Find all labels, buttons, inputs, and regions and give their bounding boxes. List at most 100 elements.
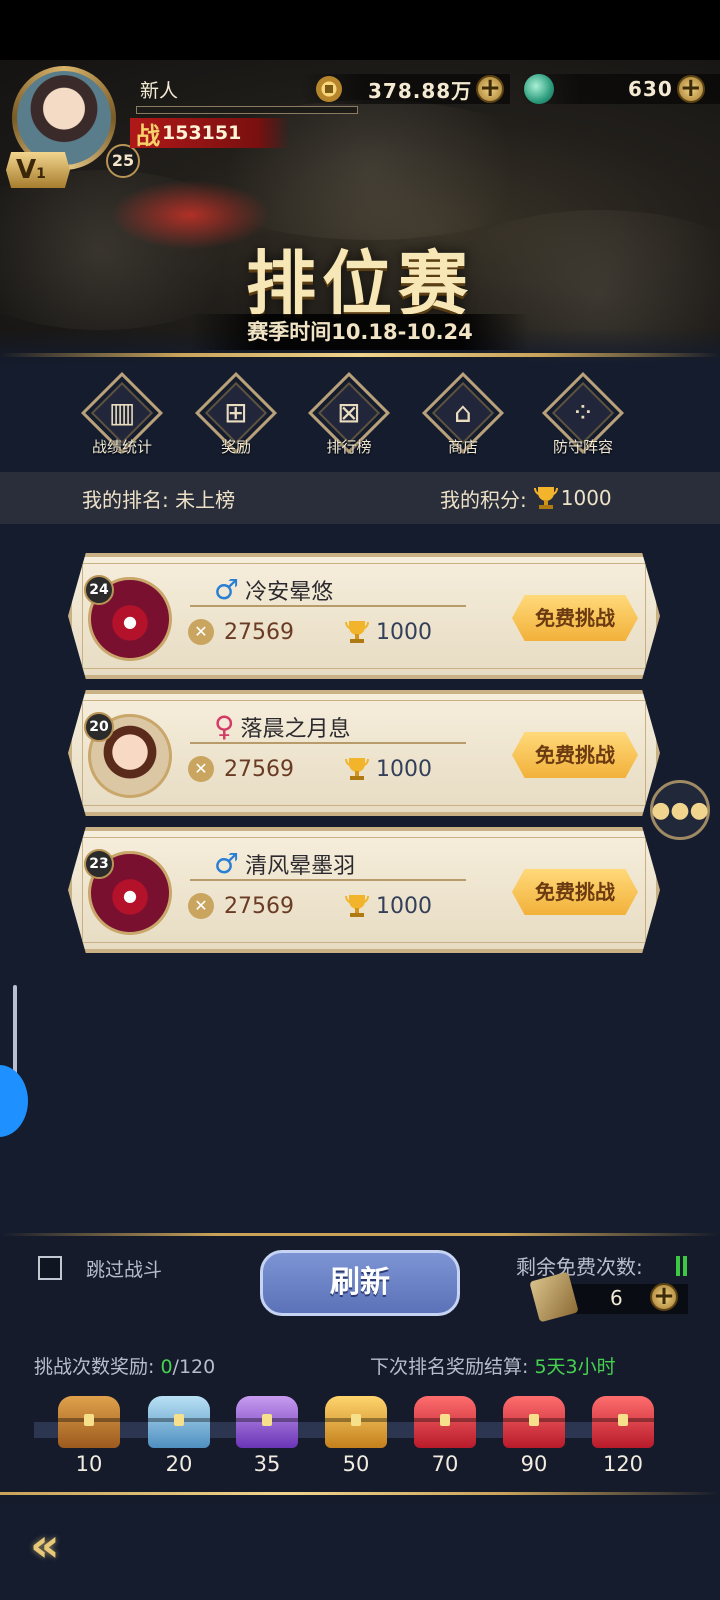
chat-button[interactable]: ●●● — [650, 780, 710, 840]
menu-defense-label: 防守阵容 — [552, 438, 613, 456]
refresh-button[interactable]: 刷新 — [260, 1250, 460, 1316]
opponent-trophies-value: 1000 — [376, 756, 432, 782]
menu-shop-label: 商店 — [447, 438, 478, 456]
free-remaining-label: 剩余免费次数: — [516, 1255, 643, 1279]
avatar-portrait — [17, 71, 111, 165]
trophy-icon — [344, 893, 370, 919]
opponent-card: 20 ♀ 落晨之月息 ✕ 27569 1000 免费挑战 — [68, 690, 660, 816]
trophy-icon — [344, 619, 370, 645]
reward-chest-90[interactable] — [503, 1396, 565, 1448]
back-button[interactable]: « — [30, 1520, 92, 1570]
my-rank-bar: 我的排名: 未上榜 我的积分: 1000 — [0, 472, 720, 524]
coin-currency: 378.88万 + — [316, 72, 505, 106]
player-level-badge: 25 — [106, 144, 140, 178]
menu-rewards-label: 奖励 — [220, 438, 251, 456]
menu-leaderboard[interactable]: ⊠ 排行榜 — [304, 371, 394, 457]
menu-shop[interactable]: ⌂ 商店 — [418, 371, 508, 457]
vip-badge[interactable]: V1 — [6, 152, 70, 188]
chest-threshold: 50 — [342, 1452, 370, 1476]
divider — [0, 1492, 720, 1495]
reward-chest-20[interactable] — [148, 1396, 210, 1448]
ticket-count: 6 — [610, 1286, 623, 1310]
free-remaining-indicator — [676, 1256, 690, 1276]
opponent-trophies-value: 1000 — [376, 893, 432, 919]
chest-threshold: 120 — [602, 1452, 644, 1476]
opponent-name-text: 清风晕墨羽 — [245, 853, 356, 879]
opponent-power-value: 27569 — [224, 756, 294, 782]
male-icon: ♂ — [214, 847, 240, 880]
coin-value: 378.88万 — [368, 78, 473, 103]
challenge-current: 0 — [160, 1356, 173, 1378]
opponent-trophies: 1000 — [344, 619, 432, 645]
opponent-level: 20 — [84, 712, 114, 742]
my-score-value: 1000 — [560, 486, 612, 510]
formation-icon: ⁘ — [571, 396, 595, 429]
floating-assist-ball[interactable] — [0, 1065, 28, 1137]
challenge-reward-label: 挑战次数奖励: — [34, 1356, 155, 1378]
chest-threshold: 10 — [75, 1452, 103, 1476]
opponent-trophies: 1000 — [344, 756, 432, 782]
player-name: 新人 — [140, 80, 179, 102]
opponent-level: 24 — [84, 575, 114, 605]
opponent-power: ✕ 27569 — [188, 756, 294, 782]
free-challenge-button[interactable]: 免费挑战 — [512, 869, 638, 915]
leaderboard-icon: ⊠ — [337, 396, 361, 429]
opponent-power-value: 27569 — [224, 893, 294, 919]
challenge-total: /120 — [172, 1356, 216, 1378]
next-settle-label: 下次排名奖励结算: — [370, 1356, 529, 1378]
power-label: 战 — [136, 120, 160, 150]
reward-chest-120[interactable] — [592, 1396, 654, 1448]
male-icon: ♂ — [214, 573, 240, 606]
opponent-name: ♂ 冷安晕悠 — [214, 573, 333, 606]
vip-level: 1 — [36, 166, 46, 182]
skip-battle-checkbox[interactable] — [38, 1256, 62, 1280]
next-settle-countdown: 5天3小时 — [534, 1356, 616, 1378]
swords-icon: ✕ — [188, 756, 214, 782]
stats-icon: ▥ — [108, 396, 136, 429]
add-jade-button[interactable]: + — [676, 75, 705, 103]
my-score: 我的积分: 1000 — [440, 484, 612, 513]
female-icon: ♀ — [214, 710, 235, 743]
opponent-card: 23 ♂ 清风晕墨羽 ✕ 27569 1000 免费挑战 — [68, 827, 660, 953]
trophy-icon — [344, 756, 370, 782]
season-time: 赛季时间10.18-10.24 — [190, 314, 530, 350]
reward-chest-50[interactable] — [325, 1396, 387, 1448]
exp-bar — [136, 106, 358, 114]
back-arrow-icon: « — [30, 1518, 60, 1572]
menu-stats-label: 战绩统计 — [91, 438, 152, 456]
power-value: 153151 — [162, 122, 242, 144]
chat-bubble-icon: ●●● — [651, 797, 709, 823]
chest-threshold: 20 — [165, 1452, 193, 1476]
free-challenge-button[interactable]: 免费挑战 — [512, 595, 638, 641]
jade-value: 630 — [628, 77, 673, 101]
combat-power: 战 153151 — [130, 118, 290, 150]
opponent-level: 23 — [84, 849, 114, 879]
scroll-indicator — [13, 985, 17, 1080]
opponent-power: ✕ 27569 — [188, 893, 294, 919]
chest-threshold: 70 — [431, 1452, 459, 1476]
opponent-name-text: 冷安晕悠 — [245, 579, 334, 605]
opponent-card: 24 ♂ 冷安晕悠 ✕ 27569 1000 免费挑战 — [68, 553, 660, 679]
add-coins-button[interactable]: + — [476, 75, 505, 103]
free-challenge-button[interactable]: 免费挑战 — [512, 732, 638, 778]
jade-icon — [524, 74, 554, 104]
chest-threshold: 90 — [520, 1452, 548, 1476]
reward-chest-35[interactable] — [236, 1396, 298, 1448]
jade-currency: 630 + — [524, 72, 705, 106]
challenge-reward-progress: 挑战次数奖励: 0/120 — [34, 1352, 215, 1379]
trophy-icon — [533, 485, 559, 511]
reward-chest-70[interactable] — [414, 1396, 476, 1448]
coin-icon — [316, 76, 342, 102]
reward-chest-10[interactable] — [58, 1396, 120, 1448]
menu-stats[interactable]: ▥ 战绩统计 — [77, 371, 167, 457]
opponent-name: ♀ 落晨之月息 — [214, 710, 351, 743]
gift-icon: ⊞ — [224, 396, 248, 429]
swords-icon: ✕ — [188, 893, 214, 919]
divider — [0, 353, 720, 357]
opponent-name-text: 落晨之月息 — [240, 716, 351, 742]
chest-threshold: 35 — [253, 1452, 281, 1476]
skip-battle-label: 跳过战斗 — [86, 1259, 163, 1281]
menu-rewards[interactable]: ⊞ 奖励 — [191, 371, 281, 457]
add-ticket-button[interactable]: + — [650, 1283, 678, 1311]
menu-defense[interactable]: ⁘ 防守阵容 — [538, 371, 628, 457]
